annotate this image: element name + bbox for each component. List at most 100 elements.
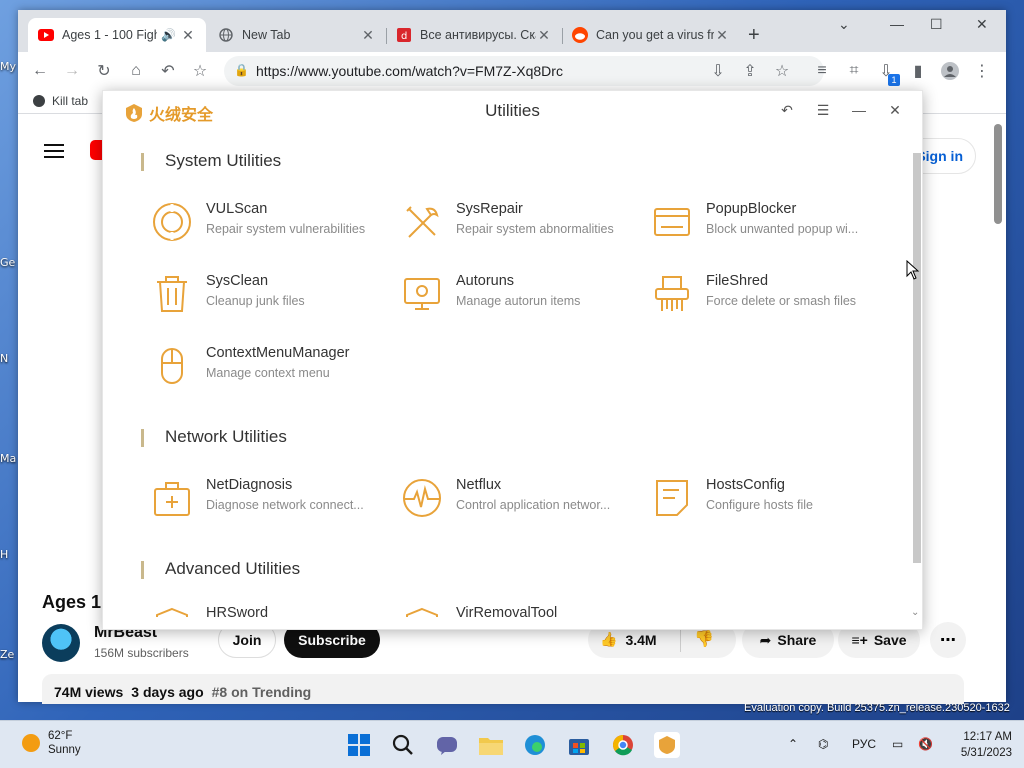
page-scrollbar[interactable] <box>994 124 1002 224</box>
new-tab-button[interactable]: + <box>748 24 760 47</box>
url-text[interactable]: https://www.youtube.com/watch?v=FM7Z-Xq8… <box>256 63 563 79</box>
huorong-taskbar-icon[interactable] <box>654 732 680 758</box>
close-tab-icon[interactable]: ✕ <box>714 27 730 44</box>
close-tab-icon[interactable]: ✕ <box>360 27 376 44</box>
tab-strip: Ages 1 - 100 Figh 🔊 ✕ New Tab ✕ d Все ан… <box>18 10 1006 52</box>
chrome-icon[interactable] <box>610 732 636 758</box>
like-button[interactable]: 👍 3.4M <box>600 631 657 648</box>
network-icon[interactable]: ⌬ <box>818 737 828 751</box>
util-netflux[interactable]: Netflux Control application networ... <box>401 473 641 523</box>
close-window-button[interactable]: ✕ <box>976 16 988 33</box>
close-tab-icon[interactable]: ✕ <box>536 27 552 44</box>
util-vulscan[interactable]: VULScan Repair system vulnerabilities <box>151 197 391 247</box>
profile-avatar[interactable] <box>940 61 960 81</box>
util-hrsword[interactable]: HRSword <box>151 601 391 617</box>
desktop-icon-label[interactable]: N <box>0 352 8 365</box>
scroll-down-chevron-icon[interactable]: ⌄ <box>911 607 919 618</box>
save-label: Save <box>873 632 907 648</box>
shredder-icon <box>651 273 693 315</box>
desktop-icon-label[interactable]: Ma <box>0 452 16 465</box>
sun-icon <box>22 734 40 752</box>
util-autoruns[interactable]: Autoruns Manage autorun items <box>401 269 641 319</box>
util-sysclean[interactable]: SysClean Cleanup junk files <box>151 269 391 319</box>
bookmark-star-icon[interactable]: ☆ <box>772 61 792 81</box>
desktop-icon-label[interactable]: Ge <box>0 256 15 269</box>
share-label: Share <box>777 632 817 648</box>
tray-expand-chevron-icon[interactable]: ⌃ <box>788 737 798 751</box>
start-windows-icon[interactable] <box>346 732 372 758</box>
util-contextmenumanager[interactable]: ContextMenuManager Manage context menu <box>151 341 391 391</box>
maximize-button[interactable]: ☐ <box>930 16 943 33</box>
menu-list-icon[interactable]: ☰ <box>813 100 833 120</box>
desktop-icon-label[interactable]: H <box>0 548 8 561</box>
antivirus-site-icon: d <box>396 27 412 43</box>
speaker-icon[interactable]: 🔊 <box>161 28 176 42</box>
channel-avatar[interactable] <box>42 624 80 662</box>
forward-icon[interactable]: → <box>62 61 82 81</box>
more-actions-icon[interactable]: ⋯ <box>930 622 966 658</box>
tab-youtube[interactable]: Ages 1 - 100 Figh 🔊 ✕ <box>28 18 206 52</box>
close-tab-icon[interactable]: ✕ <box>180 27 196 44</box>
trending-link[interactable]: #8 on Trending <box>212 684 312 700</box>
guide-menu-icon[interactable] <box>44 144 64 158</box>
medkit-icon <box>151 477 193 519</box>
tab-antivirus[interactable]: d Все антивирусы. Ска ✕ <box>386 18 562 52</box>
description-box[interactable]: 74M views 3 days ago #8 on Trending <box>42 674 964 704</box>
util-desc: Force delete or smash files <box>706 294 857 308</box>
util-name: NetDiagnosis <box>206 477 293 493</box>
dislike-button[interactable]: 👎 <box>694 629 714 649</box>
back-icon[interactable]: ← <box>30 61 50 81</box>
reload-icon[interactable]: ↻ <box>94 61 114 81</box>
menu-icon[interactable]: ⋮ <box>972 61 992 81</box>
tab-title: New Tab <box>242 28 291 42</box>
util-netdiagnosis[interactable]: NetDiagnosis Diagnose network connect... <box>151 473 391 523</box>
clock-time: 12:17 AM <box>963 731 1012 743</box>
address-bar[interactable]: 🔒 https://www.youtube.com/watch?v=FM7Z-X… <box>224 56 824 86</box>
util-hostsconfig[interactable]: HostsConfig Configure hosts file <box>651 473 891 523</box>
util-virremovaltool[interactable]: VirRemovalTool <box>401 601 641 617</box>
back-icon[interactable]: ↶ <box>777 100 797 120</box>
util-popupblocker[interactable]: PopupBlocker Block unwanted popup wi... <box>651 197 891 247</box>
util-fileshred[interactable]: FileShred Force delete or smash files <box>651 269 891 319</box>
home-icon[interactable]: ⌂ <box>126 61 146 81</box>
system-clock[interactable]: 12:17 AM 5/31/2023 <box>948 729 1012 761</box>
tab-search-chevron-icon[interactable]: ⌄ <box>838 16 850 33</box>
desktop-icon-label[interactable]: My <box>0 60 16 73</box>
globe-icon <box>218 27 234 43</box>
util-name: Autoruns <box>456 273 515 289</box>
tab-title: Ages 1 - 100 Figh <box>62 28 158 42</box>
weather-widget[interactable]: 62°F Sunny <box>22 729 81 757</box>
search-icon[interactable] <box>390 732 416 758</box>
shield-icon <box>401 605 443 617</box>
section-system-utilities: System Utilities <box>141 151 281 171</box>
crop-icon[interactable]: ⌗ <box>844 61 864 81</box>
reading-list-icon[interactable]: ≡ <box>812 61 832 81</box>
dialog-scrollbar[interactable] <box>913 153 921 563</box>
minimize-icon[interactable]: — <box>849 100 869 120</box>
minimize-button[interactable]: — <box>890 16 904 32</box>
util-name: FileShred <box>706 273 769 289</box>
store-icon[interactable] <box>566 732 592 758</box>
util-sysrepair[interactable]: SysRepair Repair system abnormalities <box>401 197 641 247</box>
volume-muted-icon[interactable]: 🔇 <box>918 737 933 751</box>
util-desc: Diagnose network connect... <box>206 498 364 512</box>
side-panel-icon[interactable]: ▮ <box>908 61 928 81</box>
file-explorer-icon[interactable] <box>478 732 504 758</box>
undo-icon[interactable]: ↶ <box>158 61 178 81</box>
share-arrow-icon: ➦ <box>759 631 772 648</box>
share-icon[interactable]: ⇪ <box>740 61 760 81</box>
teams-chat-icon[interactable] <box>434 732 460 758</box>
star-icon[interactable]: ☆ <box>190 61 210 81</box>
edge-icon[interactable] <box>522 732 548 758</box>
tab-reddit[interactable]: Can you get a virus fr ✕ <box>562 18 740 52</box>
close-icon[interactable]: ✕ <box>885 100 905 120</box>
tab-new-tab[interactable]: New Tab ✕ <box>208 18 386 52</box>
display-icon[interactable]: ▭ <box>892 737 903 751</box>
desktop-icon-label[interactable]: Ze <box>0 648 14 661</box>
taskbar: 62°F Sunny ⌃ ⌬ РУС ▭ 🔇 12:17 AM 5/31/202… <box>0 720 1024 768</box>
lock-icon[interactable]: 🔒 <box>234 63 249 77</box>
bookmark-kill-tab[interactable]: Kill tab <box>32 94 88 108</box>
dialog-body: System Utilities VULScan Repair system v… <box>103 131 915 617</box>
install-icon[interactable]: ⇩ <box>708 61 728 81</box>
input-language[interactable]: РУС <box>852 737 876 751</box>
